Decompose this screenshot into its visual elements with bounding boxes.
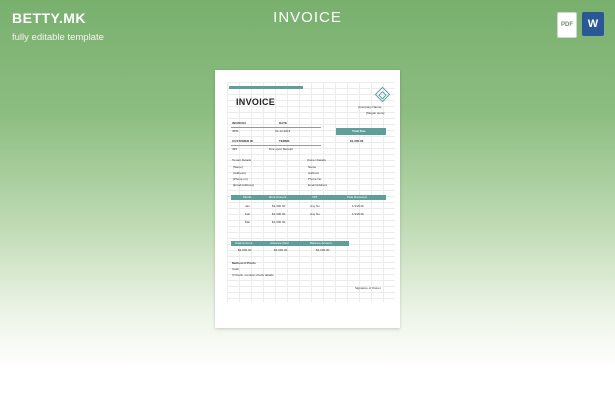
summary-value: $4,000.00: [238, 248, 252, 252]
rent-col-header: Month: [243, 195, 252, 199]
rent-col-header: Rent Amount: [269, 195, 287, 199]
total-due-value: $1,300.00: [350, 139, 364, 143]
summary-col-header: Total Amount: [235, 241, 253, 245]
pdf-icon-label: PDF: [561, 22, 573, 28]
owner-line: Name: [308, 165, 317, 169]
divider: [231, 145, 321, 146]
pdf-file-icon[interactable]: PDF: [557, 12, 577, 38]
rent-cell: $1,300.00: [272, 204, 286, 208]
owner-details-header: Owner Details: [307, 158, 326, 162]
divider: [231, 127, 321, 128]
rent-col-header: VAT: [312, 195, 318, 199]
rent-cell: Mar: [245, 220, 251, 224]
tenant-line: [Email Address]: [233, 183, 254, 187]
rent-cell: 1/1/2019: [352, 212, 364, 216]
rent-col-header: Date Received: [347, 195, 367, 199]
tenant-line: [Name]: [233, 165, 243, 169]
date-label: DATE: [279, 121, 287, 125]
summary-value: $2,000.00: [316, 248, 330, 252]
terms-value: Due upon Receipt: [269, 147, 294, 151]
invoice-number-label: INVOICE#: [232, 121, 247, 125]
top-band: [229, 86, 303, 89]
invoice-number-value: 4551: [232, 129, 239, 133]
total-due-label: Total Due: [352, 129, 366, 133]
file-format-icons: PDF W: [557, 12, 604, 38]
customer-id-label: CUSTOMER ID: [232, 139, 253, 143]
brand-tagline: fully editable template: [12, 32, 104, 43]
method-line: If Check, mention check details: [232, 273, 274, 277]
rent-cell: $1,300.00: [272, 220, 286, 224]
rent-cell: Feb: [245, 212, 251, 216]
summary-value: $2,000.00: [274, 248, 288, 252]
customer-id-value: 495: [232, 147, 238, 151]
tenant-line: [Address]: [233, 171, 246, 175]
word-icon-label: W: [587, 18, 599, 30]
tenant-line: [Phone no]: [233, 177, 248, 181]
owner-line: Email Address: [308, 183, 328, 187]
page-title: INVOICE: [273, 9, 342, 26]
word-file-icon[interactable]: W: [582, 12, 604, 36]
company-name: [Company Name]: [358, 105, 382, 109]
owner-line: Address: [308, 171, 320, 175]
method-line: Cash: [232, 267, 240, 271]
sheet-grid: [227, 82, 395, 302]
tenant-details-header: Tenant Details: [232, 158, 252, 162]
rent-cell: 1/1/2019: [352, 204, 364, 208]
date-value: 31-12-2019: [275, 129, 291, 133]
summary-col-header: Balance Amount: [310, 241, 332, 245]
owner-line: Phone No: [308, 177, 322, 181]
invoice-title: INVOICE: [236, 97, 276, 107]
summary-col-header: Advance Paid: [270, 241, 289, 245]
rent-cell: Any No: [310, 212, 320, 216]
signature-line: Signature of Owner: [355, 286, 381, 290]
rent-cell: $1,300.00: [272, 212, 286, 216]
invoice-preview: INVOICE [Company Name] [Slogan Here] INV…: [215, 70, 400, 328]
rent-cell: Any No: [310, 204, 320, 208]
terms-label: TERMS: [279, 139, 290, 143]
company-slogan: [Slogan Here]: [366, 111, 385, 115]
rent-cell: Jan: [245, 204, 250, 208]
method-header: Method of Prints: [232, 261, 256, 265]
